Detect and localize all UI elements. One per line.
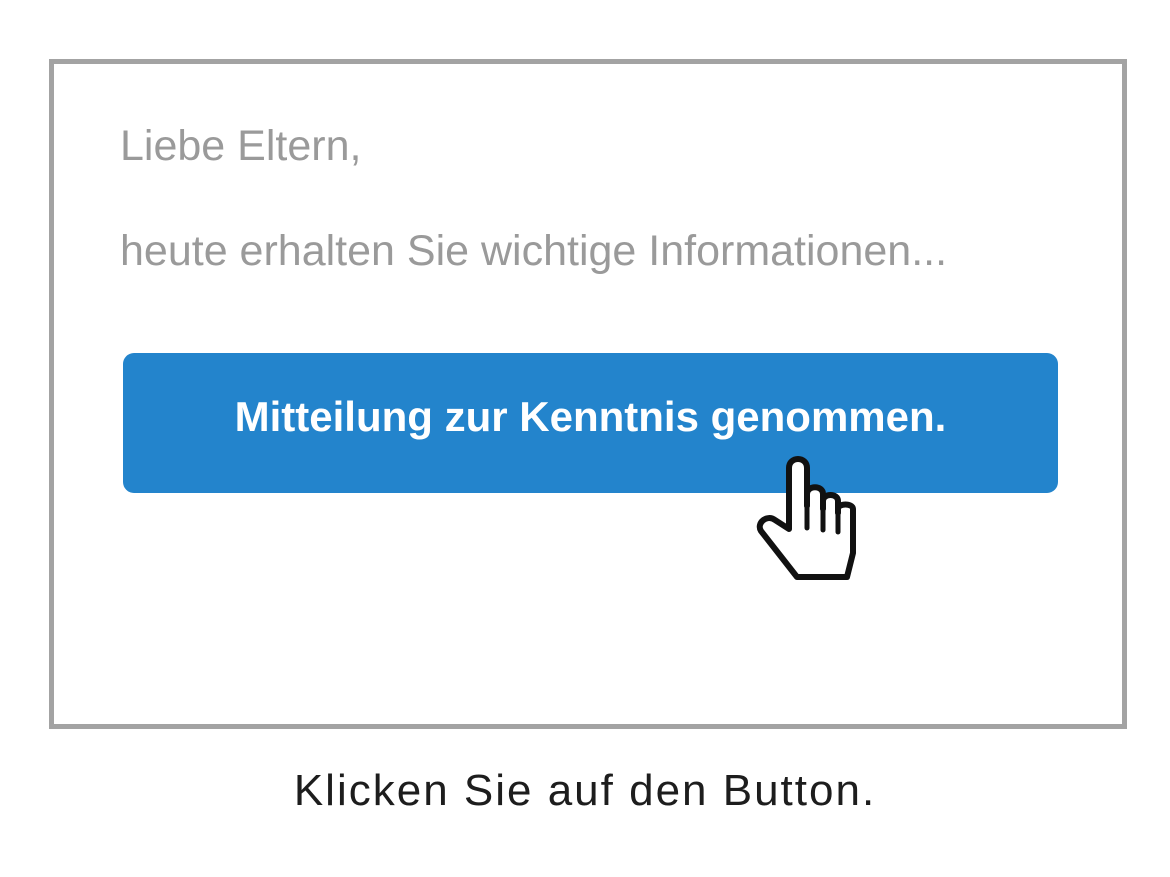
message-panel: Liebe Eltern, heute erhalten Sie wichtig… xyxy=(49,59,1127,729)
instruction-caption: Klicken Sie auf den Button. xyxy=(293,766,877,815)
intro-text: heute erhalten Sie wichtige Informatione… xyxy=(120,227,948,275)
acknowledge-button[interactable]: Mitteilung zur Kenntnis genommen. xyxy=(123,353,1058,493)
acknowledge-button-label: Mitteilung zur Kenntnis genommen. xyxy=(234,393,947,440)
greeting-text: Liebe Eltern, xyxy=(120,122,362,170)
pointing-hand-icon xyxy=(756,456,856,580)
